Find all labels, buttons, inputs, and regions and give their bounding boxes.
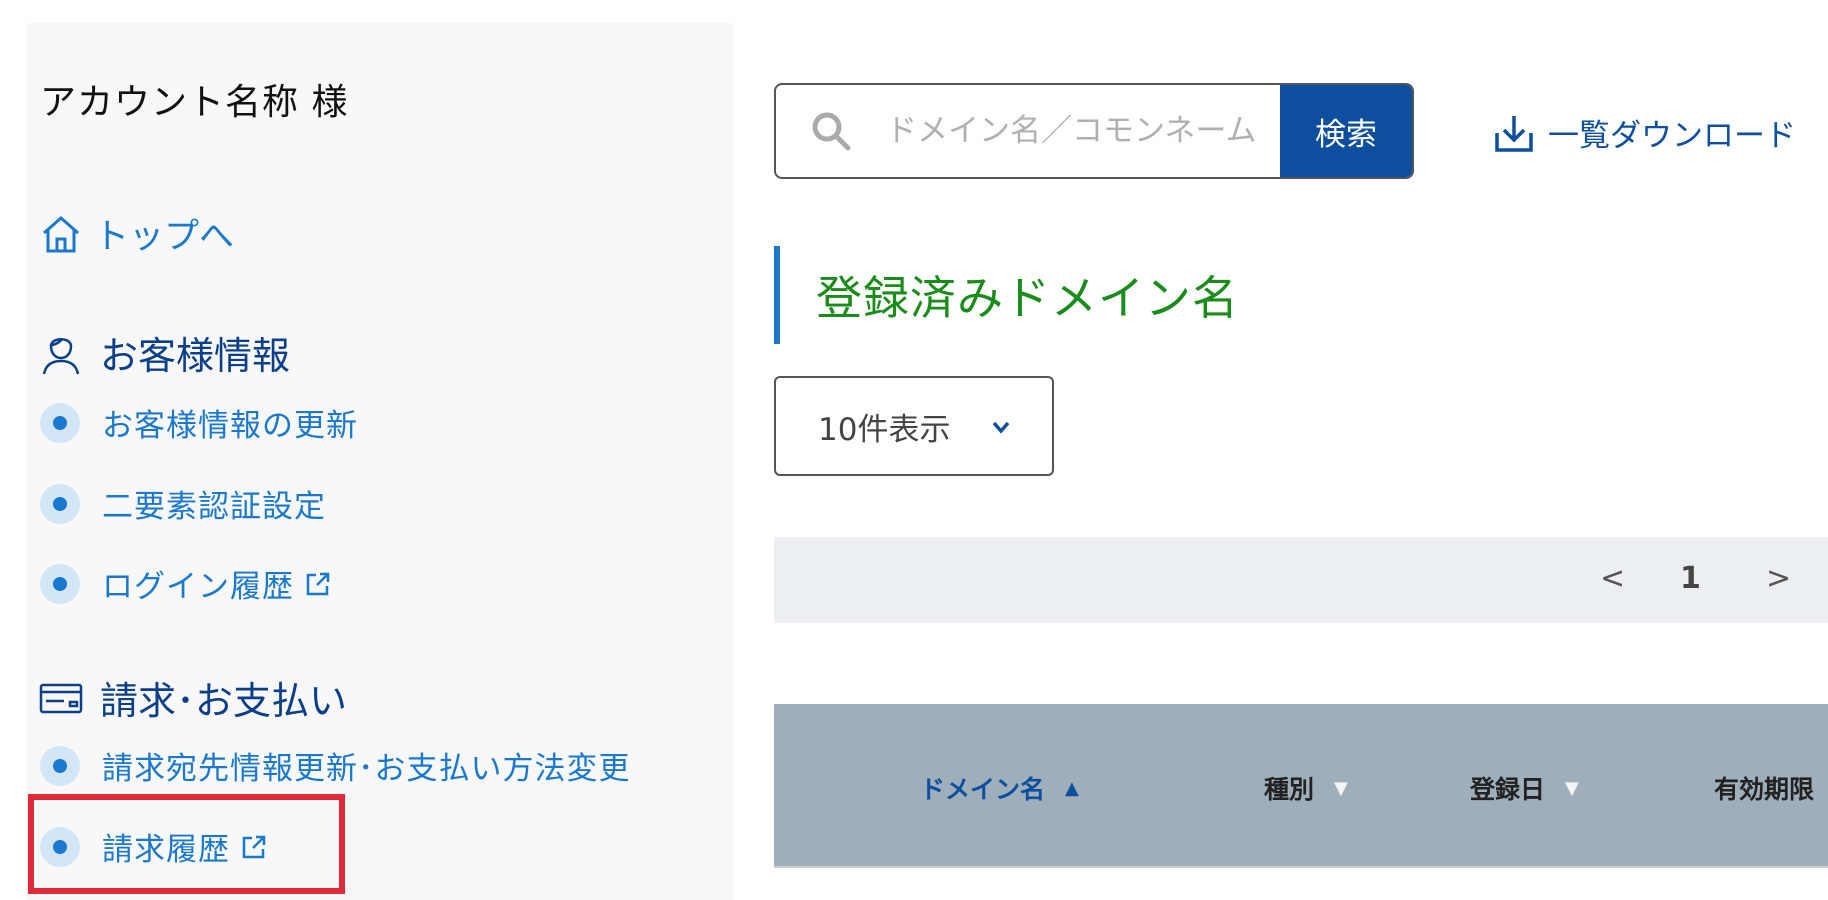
page-title: 登録済みドメイン名 (774, 246, 1239, 344)
home-icon (43, 215, 79, 252)
section-billing: 請求･お支払い (38, 670, 347, 725)
sort-down-icon: ▼ (1565, 777, 1579, 799)
table-header: ドメイン名 ▲ 種別 ▼ 登録日 ▼ 有効期限 (774, 704, 1828, 868)
sidebar-item-two-factor[interactable]: 二要素認証設定 (40, 481, 326, 526)
chevron-down-icon (992, 421, 1010, 434)
per-page-value: 10件表示 (818, 411, 951, 448)
pagination-next[interactable]: > (1766, 561, 1791, 596)
pagination-prev[interactable]: < (1600, 561, 1625, 596)
bullet-icon (40, 745, 80, 786)
download-icon (1495, 115, 1533, 152)
sidebar-item-billing-address[interactable]: 請求宛先情報更新･お支払い方法変更 (40, 743, 631, 788)
sidebar-item-label: 請求宛先情報更新･お支払い方法変更 (102, 751, 631, 787)
sidebar-item-customer-update[interactable]: お客様情報の更新 (40, 400, 358, 445)
person-icon (38, 330, 84, 376)
sidebar-item-login-history[interactable]: ログイン履歴 (40, 561, 332, 606)
section-title-label: 請求･お支払い (100, 679, 348, 723)
column-header-registered[interactable]: 登録日 ▼ (1470, 770, 1579, 806)
column-header-label: 有効期限 (1714, 775, 1815, 804)
search-icon (776, 85, 886, 177)
sort-down-icon: ▼ (1334, 777, 1348, 799)
search-button[interactable]: 検索 (1280, 85, 1412, 177)
section-title-label: お客様情報 (100, 334, 291, 378)
table-divider (774, 866, 1828, 868)
column-header-domain[interactable]: ドメイン名 ▲ (920, 770, 1079, 806)
sidebar-item-label: ログイン履歴 (102, 569, 294, 605)
download-label: 一覧ダウンロード (1548, 118, 1796, 154)
bullet-icon (40, 402, 80, 443)
search-input[interactable] (886, 85, 1280, 177)
search-box: 検索 (774, 83, 1414, 179)
pagination-page[interactable]: 1 (1680, 561, 1701, 596)
credit-card-icon (38, 675, 84, 721)
highlight-box (28, 794, 345, 894)
bullet-icon (40, 483, 80, 524)
column-header-label: 登録日 (1470, 775, 1546, 804)
account-name: アカウント名称 様 (40, 82, 349, 123)
external-link-icon (306, 572, 330, 595)
top-link[interactable]: トップへ (38, 208, 234, 259)
column-header-type[interactable]: 種別 ▼ (1264, 770, 1348, 806)
top-link-label: トップへ (94, 217, 235, 257)
bullet-icon (40, 563, 80, 604)
download-link[interactable]: 一覧ダウンロード (1492, 110, 1796, 155)
column-header-label: ドメイン名 (920, 775, 1046, 804)
sidebar-item-label: お客様情報の更新 (102, 408, 358, 444)
pagination: < 1 > (774, 537, 1828, 623)
sidebar-item-label: 二要素認証設定 (102, 489, 326, 525)
per-page-select[interactable]: 10件表示 (774, 376, 1054, 476)
sort-up-icon: ▲ (1065, 777, 1079, 799)
section-customer-info: お客様情報 (38, 325, 290, 380)
column-header-label: 種別 (1264, 775, 1315, 804)
column-header-expiry[interactable]: 有効期限 (1714, 770, 1814, 806)
